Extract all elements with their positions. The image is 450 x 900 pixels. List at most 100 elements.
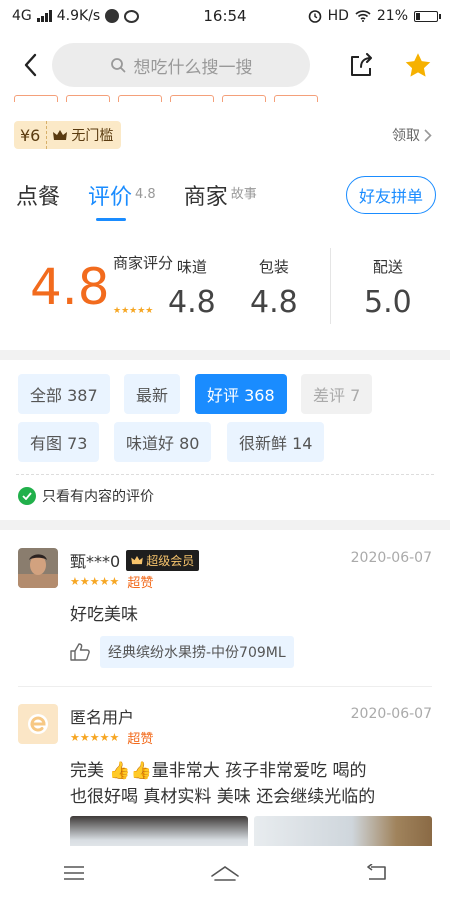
review-user: 匿名用户 [70, 704, 134, 728]
crown-icon [53, 129, 68, 140]
notification-icon [105, 9, 120, 23]
status-bar: 4G 4.9K/s 16:54 HD 21% [0, 0, 450, 32]
filter-negative[interactable]: 差评 7 [301, 374, 373, 414]
review-rating: ★★★★★ 超赞 [70, 572, 153, 591]
top-actions [348, 52, 436, 79]
content-only-label: 只看有内容的评价 [42, 489, 154, 505]
filter-positive[interactable]: 好评 368 [195, 374, 287, 414]
tab-merchant[interactable]: 商家 故事 [184, 179, 257, 211]
review-item: 匿名用户 2020-06-07 ★★★★★ 超赞 完美 👍👍量非常大 孩子非常爱… [18, 704, 432, 814]
username: 甄***0 [70, 552, 121, 571]
coupon-condition-label: 无门槛 [71, 128, 114, 144]
coupon-row: ¥6 无门槛 领取 [14, 120, 432, 150]
share-icon[interactable] [348, 53, 374, 77]
network-speed: 4.9K/s [56, 8, 101, 24]
menu-icon[interactable] [63, 865, 85, 881]
signal-icon [36, 10, 52, 22]
liked-dish-row: 经典缤纷水果捞-中份709ML [70, 636, 294, 668]
hd-label: HD [327, 8, 349, 24]
review-item: 甄***0 超级会员 2020-06-07 ★★★★★ 超赞 好吃美味 经典缤纷… [18, 548, 432, 678]
delivery-value: 5.0 [364, 285, 412, 320]
network-label: 4G [12, 8, 32, 24]
promo-tags-peek [14, 92, 436, 102]
star-icon[interactable] [404, 52, 432, 79]
chevron-left-icon [24, 53, 37, 77]
avatar [18, 548, 58, 588]
overall-score: 4.8 [30, 258, 110, 316]
review-user: 甄***0 超级会员 [70, 548, 200, 572]
search-icon [110, 58, 125, 73]
store-tabs: 点餐 评价 4.8 商家 故事 好友拼单 [16, 170, 436, 221]
review-rating: ★★★★★ 超赞 [70, 728, 153, 747]
tab-label: 商家 [183, 185, 228, 210]
filter-all[interactable]: 全部 387 [18, 374, 110, 414]
claim-label: 领取 [392, 128, 420, 144]
content-only-toggle[interactable]: 只看有内容的评价 [18, 486, 154, 506]
section-divider [0, 350, 450, 360]
packaging-score: 包装 4.8 [250, 256, 298, 320]
taste-value: 4.8 [168, 285, 216, 320]
thumbs-up-icon[interactable] [70, 643, 90, 661]
section-divider [0, 520, 450, 530]
promo-tag [66, 95, 110, 102]
coupon-amount: ¥6 [14, 121, 48, 149]
wechat-icon [124, 9, 140, 23]
group-order-button[interactable]: 好友拼单 [345, 176, 436, 214]
search-bar[interactable]: 想吃什么搜一搜 [52, 43, 310, 87]
review-text: 好吃美味 [70, 605, 138, 625]
packaging-value: 4.8 [250, 285, 298, 320]
crown-icon [131, 555, 143, 564]
promo-tag [14, 95, 58, 102]
packaging-label: 包装 [258, 258, 289, 276]
filter-latest[interactable]: 最新 [124, 374, 181, 414]
divider [330, 248, 331, 324]
review-stars: ★★★★★ [70, 575, 120, 588]
review-date: 2020-06-07 [350, 550, 432, 566]
claim-button[interactable]: 领取 [392, 125, 432, 145]
review-text-line: 也很好喝 真材实料 美味 还会继续光临的 [70, 787, 376, 807]
avatar [18, 704, 58, 744]
delivery-label: 配送 [372, 258, 403, 276]
promo-tag [274, 95, 318, 102]
filter-tasty[interactable]: 味道好 80 [114, 422, 212, 462]
tab-sub: 故事 [230, 187, 257, 202]
check-icon [18, 487, 36, 505]
tab-label: 点餐 [16, 185, 61, 210]
back-nav-icon[interactable] [365, 864, 387, 882]
liked-dish-tag[interactable]: 经典缤纷水果捞-中份709ML [100, 636, 294, 668]
chevron-right-icon [424, 128, 432, 142]
status-left: 4G 4.9K/s [12, 8, 140, 24]
promo-tag [170, 95, 214, 102]
rating-tag: 超赞 [127, 732, 154, 747]
review-separator [18, 686, 432, 687]
rating-summary: 4.8 商家评分 ★★★★★ 味道 4.8 包装 4.8 配送 5.0 [16, 246, 434, 326]
overall-score-label: 商家评分 [113, 254, 174, 272]
back-button[interactable] [14, 45, 46, 85]
promo-tag [222, 95, 266, 102]
filter-with-photos[interactable]: 有图 73 [18, 422, 100, 462]
review-text: 完美 👍👍量非常大 孩子非常爱吃 喝的 也很好喝 真材实料 美味 还会继续光临的 [70, 758, 432, 810]
filter-fresh[interactable]: 很新鲜 14 [227, 422, 325, 462]
tab-order[interactable]: 点餐 [16, 179, 60, 211]
tab-label: 评价 [88, 185, 133, 210]
status-right: HD 21% [308, 8, 441, 24]
review-stars: ★★★★★ [70, 731, 120, 744]
home-icon[interactable] [210, 864, 240, 882]
taste-label: 味道 [176, 258, 207, 276]
badge-label: 超级会员 [146, 553, 195, 568]
super-member-badge: 超级会员 [126, 549, 200, 571]
battery-percent: 21% [376, 8, 408, 24]
taste-score: 味道 4.8 [168, 256, 216, 320]
wifi-icon [355, 10, 371, 22]
top-bar: 想吃什么搜一搜 [0, 40, 450, 90]
dashed-divider [16, 474, 434, 475]
tab-sub: 4.8 [135, 187, 156, 202]
promo-tag [118, 95, 162, 102]
review-text-line: 完美 👍👍量非常大 孩子非常爱吃 喝的 [70, 761, 367, 781]
system-nav-bar [0, 846, 450, 900]
tab-reviews[interactable]: 评价 4.8 [88, 179, 156, 221]
alarm-icon [308, 10, 321, 23]
battery-fill [416, 12, 420, 20]
coupon-card[interactable]: ¥6 无门槛 [14, 121, 122, 149]
tab-underline [96, 218, 127, 221]
